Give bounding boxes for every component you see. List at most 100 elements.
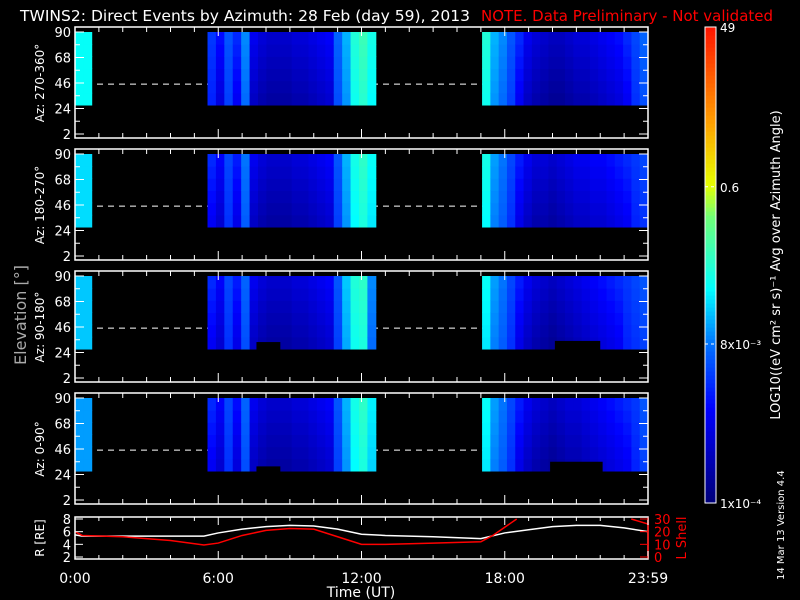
heatmap-cell (515, 276, 525, 289)
heatmap-cell (308, 68, 318, 82)
heatmap-cell (274, 324, 284, 338)
heatmap-cell (325, 32, 335, 45)
heatmap-cell (241, 398, 251, 411)
heatmap-cell (342, 276, 352, 289)
heatmap-cell (358, 398, 368, 411)
heatmap-cell (224, 202, 234, 216)
heatmap-cell (215, 190, 225, 204)
heatmap-cell (232, 154, 242, 167)
heatmap-cell (232, 300, 242, 314)
colorbar-segment (705, 79, 716, 84)
heatmap-cell (540, 434, 549, 448)
heatmap-cell (556, 166, 566, 179)
heatmap-cell (350, 458, 360, 472)
heatmap-cell (241, 312, 251, 326)
heatmap-cell (75, 154, 84, 167)
heatmap-cell (506, 56, 516, 70)
heatmap-cell (498, 92, 508, 106)
heatmap-cell (325, 288, 335, 301)
heatmap-cell (598, 190, 608, 204)
heatmap-cell (258, 214, 267, 228)
heatmap-cell (283, 56, 293, 70)
heatmap-cell (83, 190, 93, 204)
heatmap-cell (241, 166, 251, 179)
heatmap-cell (623, 336, 632, 350)
heatmap-cell (614, 92, 624, 106)
heatmap-cell (614, 56, 624, 70)
heatmap-cell (241, 80, 251, 94)
heatmap-cell (274, 312, 284, 326)
heatmap-cell (333, 214, 343, 228)
heatmap-cell (506, 434, 516, 448)
heatmap-cell (581, 190, 591, 204)
r-distance-line (75, 524, 648, 540)
colorbar-segment (705, 31, 716, 36)
heatmap-cell (490, 80, 500, 94)
colorbar-segment (705, 91, 716, 96)
heatmap-cell (565, 190, 574, 204)
heatmap-cell (215, 434, 225, 448)
y-tick-label: 24 (54, 346, 71, 361)
heatmap-cell (215, 68, 225, 82)
colorbar-segment (705, 259, 716, 264)
colorbar-segment (705, 483, 716, 488)
heatmap-cell (215, 56, 225, 70)
heatmap-cell (515, 336, 525, 350)
heatmap-cell (325, 214, 335, 228)
heatmap-cell (325, 44, 335, 57)
heatmap-cell (540, 92, 549, 106)
heatmap-cell (316, 178, 326, 192)
heatmap-cell (623, 446, 632, 460)
colorbar-segment (705, 415, 716, 420)
colorbar-tick-label: 1x10⁻⁴ (720, 497, 761, 511)
heatmap-cell (515, 44, 525, 57)
heatmap-cell (358, 288, 368, 301)
heatmap-cell (283, 324, 293, 338)
heatmap-cell (350, 214, 360, 228)
heatmap-cell (325, 458, 335, 472)
colorbar-segment (705, 311, 716, 316)
heatmap-cell (515, 312, 525, 326)
heatmap-cell (316, 398, 326, 411)
heatmap-cell (523, 324, 533, 338)
heatmap-cell (506, 312, 516, 326)
heatmap-cell (515, 202, 525, 216)
heatmap-cell (498, 446, 508, 460)
heatmap-cell (75, 336, 84, 350)
heatmap-cell (283, 214, 293, 228)
heatmap-cell (333, 276, 343, 289)
heatmap-cell (623, 44, 632, 57)
heatmap-cell (342, 422, 352, 436)
heatmap-cell (631, 422, 641, 436)
heatmap-cell (283, 178, 293, 192)
heatmap-cell (482, 92, 491, 106)
heatmap-cell (482, 458, 491, 472)
heatmap-cell (606, 92, 616, 106)
heatmap-cell (556, 32, 566, 45)
heatmap-cell (606, 56, 616, 70)
heatmap-cell (333, 154, 343, 167)
colorbar-tick-label: 49 (720, 21, 735, 35)
heatmap-cell (258, 92, 267, 106)
heatmap-cell (300, 44, 309, 57)
heatmap-cell (207, 202, 217, 216)
heatmap-cell (506, 276, 516, 289)
heatmap-cell (232, 276, 242, 289)
colorbar-segment (705, 55, 716, 60)
heatmap-cell (565, 410, 574, 423)
heatmap-cell (333, 190, 343, 204)
heatmap-cell (274, 68, 284, 82)
heatmap-cell (274, 178, 284, 192)
heatmap-cell (258, 202, 267, 216)
heatmap-cell (249, 324, 259, 338)
heatmap-cell (639, 398, 649, 411)
heatmap-cell (490, 300, 500, 314)
heatmap-cell (631, 92, 641, 106)
heatmap-cell (565, 56, 574, 70)
x-tick-label: 18:00 (485, 571, 525, 587)
heatmap-cell (531, 446, 541, 460)
colorbar-segment (705, 67, 716, 72)
heatmap-cell (342, 336, 352, 350)
azimuth-label: Az: 180-270° (33, 166, 47, 245)
heatmap-cell (498, 44, 508, 57)
